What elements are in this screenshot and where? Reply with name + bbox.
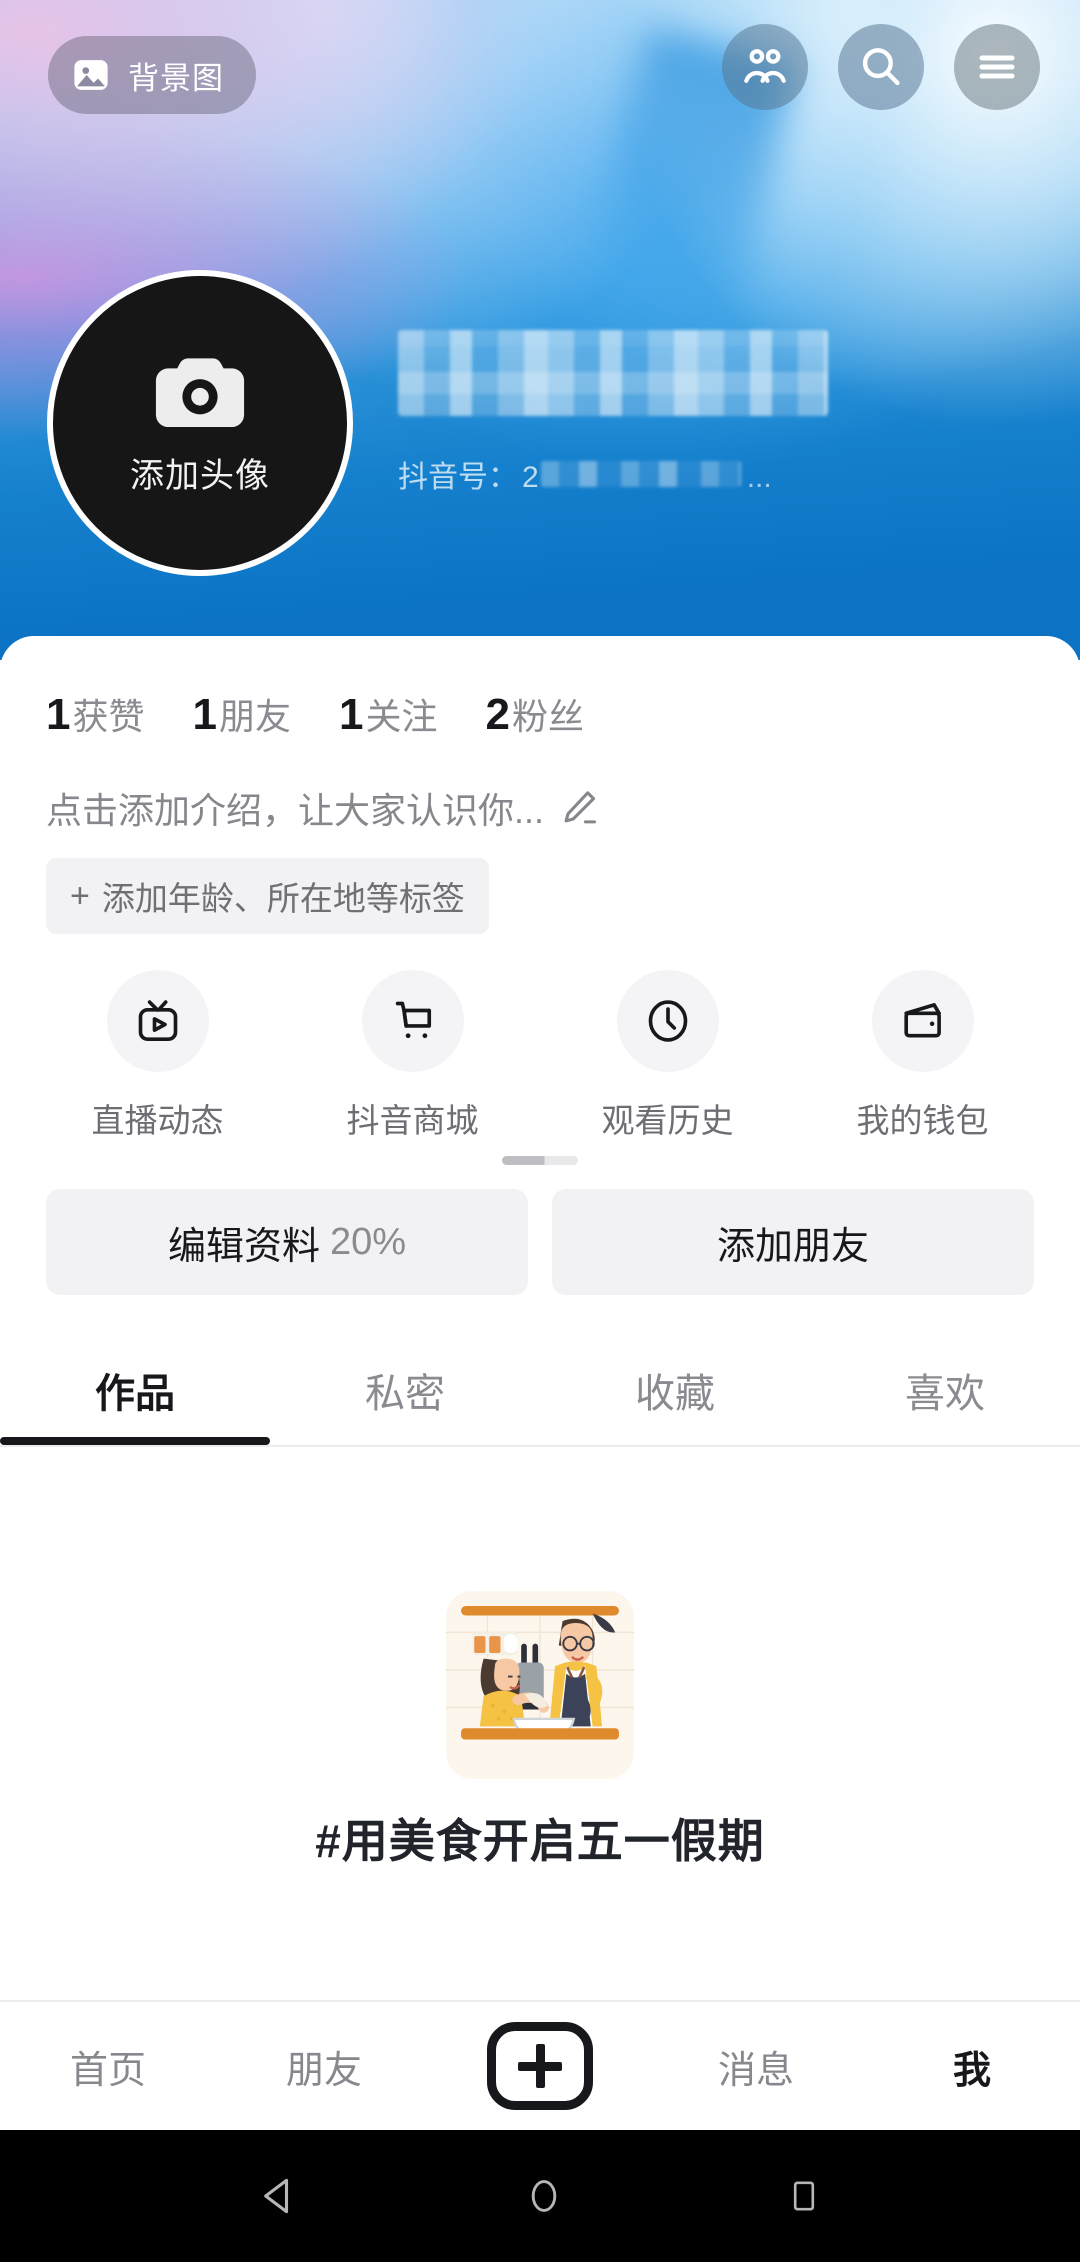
- quick-action-label: 直播动态: [91, 1102, 224, 1139]
- nav-label: 我: [952, 2049, 991, 2092]
- add-friend-label: 添加朋友: [716, 1225, 869, 1268]
- stat-label: 关注: [365, 696, 438, 737]
- search-icon: [856, 42, 906, 92]
- pencil-icon: [558, 787, 600, 829]
- douyin-id-label: 抖音号：: [398, 461, 518, 494]
- stat-label: 获赞: [72, 696, 145, 737]
- douyin-id-value: 2: [522, 461, 539, 494]
- add-tags-label: 添加年龄、所在地等标签: [101, 880, 465, 917]
- stat-value: 2: [485, 690, 511, 739]
- quick-action-history[interactable]: 观看历史: [540, 970, 795, 1142]
- home-icon[interactable]: [520, 2172, 568, 2220]
- tab-liked[interactable]: 喜欢: [810, 1349, 1080, 1445]
- profile-sheet: 1 获赞 1 朋友 1 关注 2 粉丝 点击添加介绍，让大家认识你... + 添…: [0, 636, 1080, 2040]
- cover-image-label: 背景图: [128, 60, 224, 96]
- stat-value: 1: [192, 690, 218, 739]
- nav-home[interactable]: 首页: [0, 2039, 216, 2094]
- quick-action-wallet[interactable]: 我的钱包: [795, 970, 1050, 1142]
- stat-label: 朋友: [218, 696, 291, 737]
- stat-following[interactable]: 1 关注: [339, 688, 438, 740]
- avatar[interactable]: 添加头像: [47, 270, 353, 576]
- bio-placeholder: 点击添加介绍，让大家认识你...: [46, 790, 545, 831]
- cooking-couple-illustration: [446, 1591, 634, 1779]
- profile-identity: 抖音号： 2 ...: [398, 330, 958, 496]
- contacts-icon: [739, 41, 791, 93]
- contacts-button[interactable]: [722, 24, 808, 110]
- plus-glyph: [518, 2044, 562, 2088]
- douyin-id-ellipsis: ...: [746, 461, 772, 494]
- bio-row[interactable]: 点击添加介绍，让大家认识你...: [0, 740, 1080, 834]
- empty-state-title: #用美食开启五一假期: [315, 1815, 765, 1867]
- bottom-navigation: 首页 朋友 消息 我: [0, 2000, 1080, 2130]
- nav-label: 首页: [69, 2049, 146, 2092]
- add-avatar-label: 添加头像: [130, 456, 270, 495]
- menu-icon: [973, 43, 1021, 91]
- tab-label: 喜欢: [905, 1372, 985, 1416]
- menu-button[interactable]: [954, 24, 1040, 110]
- nav-profile[interactable]: 我: [864, 2039, 1080, 2094]
- quick-actions-row: 直播动态 抖音商城 观看历史 我的钱包: [0, 934, 1080, 1142]
- image-icon: [70, 54, 112, 96]
- stat-label: 粉丝: [511, 696, 584, 737]
- nav-create[interactable]: [432, 2022, 648, 2110]
- android-system-bar: [0, 2130, 1080, 2262]
- clock-icon: [616, 970, 719, 1072]
- douyin-id-masked: [540, 461, 741, 487]
- quick-action-label: 观看历史: [601, 1102, 734, 1139]
- search-button[interactable]: [838, 24, 924, 110]
- username-masked: [398, 330, 828, 416]
- tab-works[interactable]: 作品: [0, 1349, 270, 1445]
- stat-likes[interactable]: 1 获赞: [46, 688, 145, 740]
- recents-icon[interactable]: [782, 2174, 826, 2218]
- douyin-id-row[interactable]: 抖音号： 2 ...: [398, 452, 958, 496]
- tab-label: 私密: [365, 1372, 445, 1416]
- cover-image-button[interactable]: 背景图: [48, 36, 256, 114]
- back-icon[interactable]: [254, 2170, 306, 2222]
- quick-action-label: 抖音商城: [346, 1102, 479, 1139]
- header-button-group: [722, 24, 1040, 110]
- tab-label: 作品: [95, 1372, 175, 1416]
- add-friend-button[interactable]: 添加朋友: [552, 1189, 1034, 1295]
- content-tabs: 作品 私密 收藏 喜欢: [0, 1349, 1080, 1445]
- empty-state: #用美食开启五一假期: [0, 1447, 1080, 1871]
- quick-action-live[interactable]: 直播动态: [30, 970, 285, 1142]
- tab-private[interactable]: 私密: [270, 1349, 540, 1445]
- douyin-profile-screen: 背景图 添加头像 抖音号： 2 ... 1 获赞 1 朋友 1 关注 2 粉丝 …: [0, 0, 1080, 2262]
- avatar-container[interactable]: 添加头像: [47, 270, 353, 576]
- camera-icon: [154, 350, 246, 432]
- live-tv-icon: [106, 970, 209, 1072]
- profile-cover[interactable]: 背景图 添加头像 抖音号： 2 ...: [0, 0, 1080, 660]
- shopping-cart-icon: [361, 970, 464, 1072]
- quick-actions-scroll-indicator[interactable]: [502, 1156, 578, 1165]
- tab-favorites[interactable]: 收藏: [540, 1349, 810, 1445]
- edit-profile-button[interactable]: 编辑资料 20%: [46, 1189, 528, 1295]
- tab-label: 收藏: [635, 1372, 715, 1416]
- nav-label: 朋友: [285, 2049, 362, 2092]
- nav-label: 消息: [717, 2049, 794, 2092]
- stat-friends[interactable]: 1 朋友: [193, 688, 292, 740]
- add-tags-chip[interactable]: + 添加年龄、所在地等标签: [46, 858, 489, 934]
- wallet-icon: [871, 970, 974, 1072]
- quick-action-shop[interactable]: 抖音商城: [285, 970, 540, 1142]
- nav-messages[interactable]: 消息: [648, 2039, 864, 2094]
- edit-profile-label: 编辑资料: [167, 1225, 320, 1268]
- stat-value: 1: [46, 690, 71, 739]
- plus-icon[interactable]: [487, 2022, 593, 2110]
- quick-action-label: 我的钱包: [856, 1102, 989, 1139]
- stat-value: 1: [339, 690, 364, 739]
- edit-profile-percent: 20%: [329, 1220, 407, 1263]
- action-buttons-row: 编辑资料 20% 添加朋友: [0, 1165, 1080, 1295]
- plus-icon: +: [70, 877, 90, 915]
- stats-row: 1 获赞 1 朋友 1 关注 2 粉丝: [0, 636, 1080, 740]
- stat-fans[interactable]: 2 粉丝: [486, 688, 585, 740]
- nav-friends[interactable]: 朋友: [216, 2039, 432, 2094]
